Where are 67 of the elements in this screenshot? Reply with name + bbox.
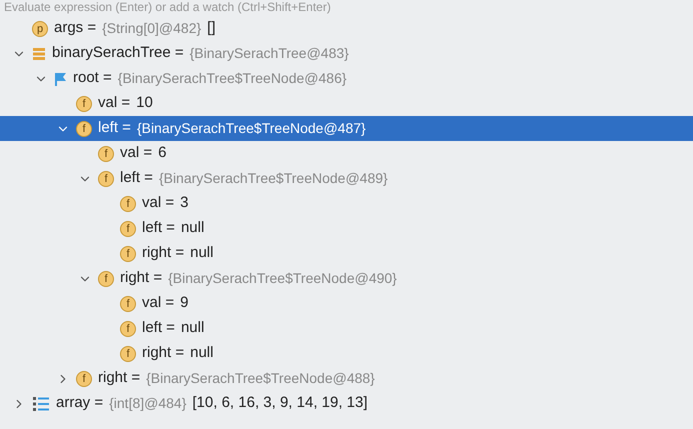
tree-row[interactable]: f left = {BinarySerachTree$TreeNode@487} — [0, 116, 693, 141]
array-icon — [32, 396, 50, 412]
type-text: {BinarySerachTree@483} — [190, 44, 349, 63]
tree-row[interactable]: f left = null — [0, 216, 693, 241]
tree-row[interactable]: f val = 9 — [0, 291, 693, 316]
type-text: {BinarySerachTree$TreeNode@490} — [168, 269, 397, 288]
tree-row[interactable]: f right = null — [0, 341, 693, 366]
variable-name: val = — [120, 143, 152, 164]
variable-value: null — [190, 343, 214, 364]
variable-value: null — [180, 218, 204, 238]
tree-row[interactable]: p args = {String[0]@482} [] — [0, 16, 693, 41]
variable-value: 3 — [180, 193, 188, 214]
variable-name: val = — [142, 193, 174, 214]
field-icon: f — [120, 346, 136, 362]
variable-value: 10 — [136, 93, 153, 114]
tree-row[interactable]: binarySerachTree = {BinarySerachTree@483} — [0, 41, 693, 66]
variable-value: null — [190, 243, 214, 264]
tree-row[interactable]: f val = 3 — [0, 191, 693, 216]
tree-row[interactable]: f right = {BinarySerachTree$TreeNode@490} — [0, 266, 693, 291]
variable-name: left = — [142, 218, 175, 238]
variable-value: [] — [207, 18, 216, 38]
variable-value: 6 — [158, 143, 166, 164]
variable-name: right = — [98, 368, 140, 388]
variable-name: left = — [120, 168, 153, 188]
field-icon: f — [120, 246, 136, 262]
variable-value: 9 — [180, 293, 188, 314]
type-text: {BinarySerachTree$TreeNode@486} — [118, 69, 347, 88]
tree-row[interactable]: f left = {BinarySerachTree$TreeNode@489} — [0, 166, 693, 191]
type-text: {int[8]@484} — [109, 394, 186, 413]
variable-name: root = — [73, 68, 112, 88]
field-icon: f — [98, 270, 114, 286]
variable-name: val = — [98, 93, 130, 114]
field-icon: f — [76, 370, 92, 386]
tree-row[interactable]: f val = 10 — [0, 91, 693, 116]
field-icon: f — [98, 170, 114, 186]
field-icon: f — [120, 296, 136, 312]
tree-row[interactable]: array = {int[8]@484} [10, 6, 16, 3, 9, 14, 19, 13] — [0, 391, 693, 416]
variable-name: array = — [56, 393, 104, 414]
type-text: {BinarySerachTree$TreeNode@488} — [146, 369, 375, 388]
variable-name: binarySerachTree = — [52, 43, 184, 64]
variable-name: val = — [142, 293, 174, 314]
variable-name: left = — [142, 318, 175, 338]
stack-icon — [32, 46, 46, 60]
tree-row[interactable]: f right = {BinarySerachTree$TreeNode@488} — [0, 366, 693, 391]
variable-name: right = — [120, 268, 162, 288]
tree-row[interactable]: root = {BinarySerachTree$TreeNode@486} — [0, 66, 693, 91]
field-icon: f — [98, 146, 114, 162]
variable-name: right = — [142, 343, 184, 364]
field-icon: f — [120, 196, 136, 212]
field-icon: f — [76, 120, 92, 136]
field-icon: f — [76, 96, 92, 112]
type-text: {BinarySerachTree$TreeNode@487} — [136, 119, 366, 138]
variable-name: right = — [142, 243, 184, 264]
field-icon: f — [120, 320, 136, 336]
parameter-icon: p — [32, 20, 48, 36]
variable-value: null — [180, 318, 204, 338]
variable-value: [10, 6, 16, 3, 9, 14, 19, 13] — [192, 393, 368, 414]
field-icon: f — [120, 220, 136, 236]
hint-text: Evaluate expression (Enter) or add a watch (Ctrl+Shift+Enter) — [3, 0, 332, 16]
tree-row[interactable]: f left = null — [0, 316, 693, 341]
tree-row[interactable]: f val = 6 — [0, 141, 693, 166]
type-text: {String[0]@482} — [102, 19, 202, 38]
variable-name: left = — [98, 118, 131, 138]
flag-icon — [54, 72, 67, 86]
variable-name: args = — [54, 18, 96, 38]
type-text: {BinarySerachTree$TreeNode@489} — [158, 169, 388, 188]
tree-row[interactable]: f right = null — [0, 241, 693, 266]
